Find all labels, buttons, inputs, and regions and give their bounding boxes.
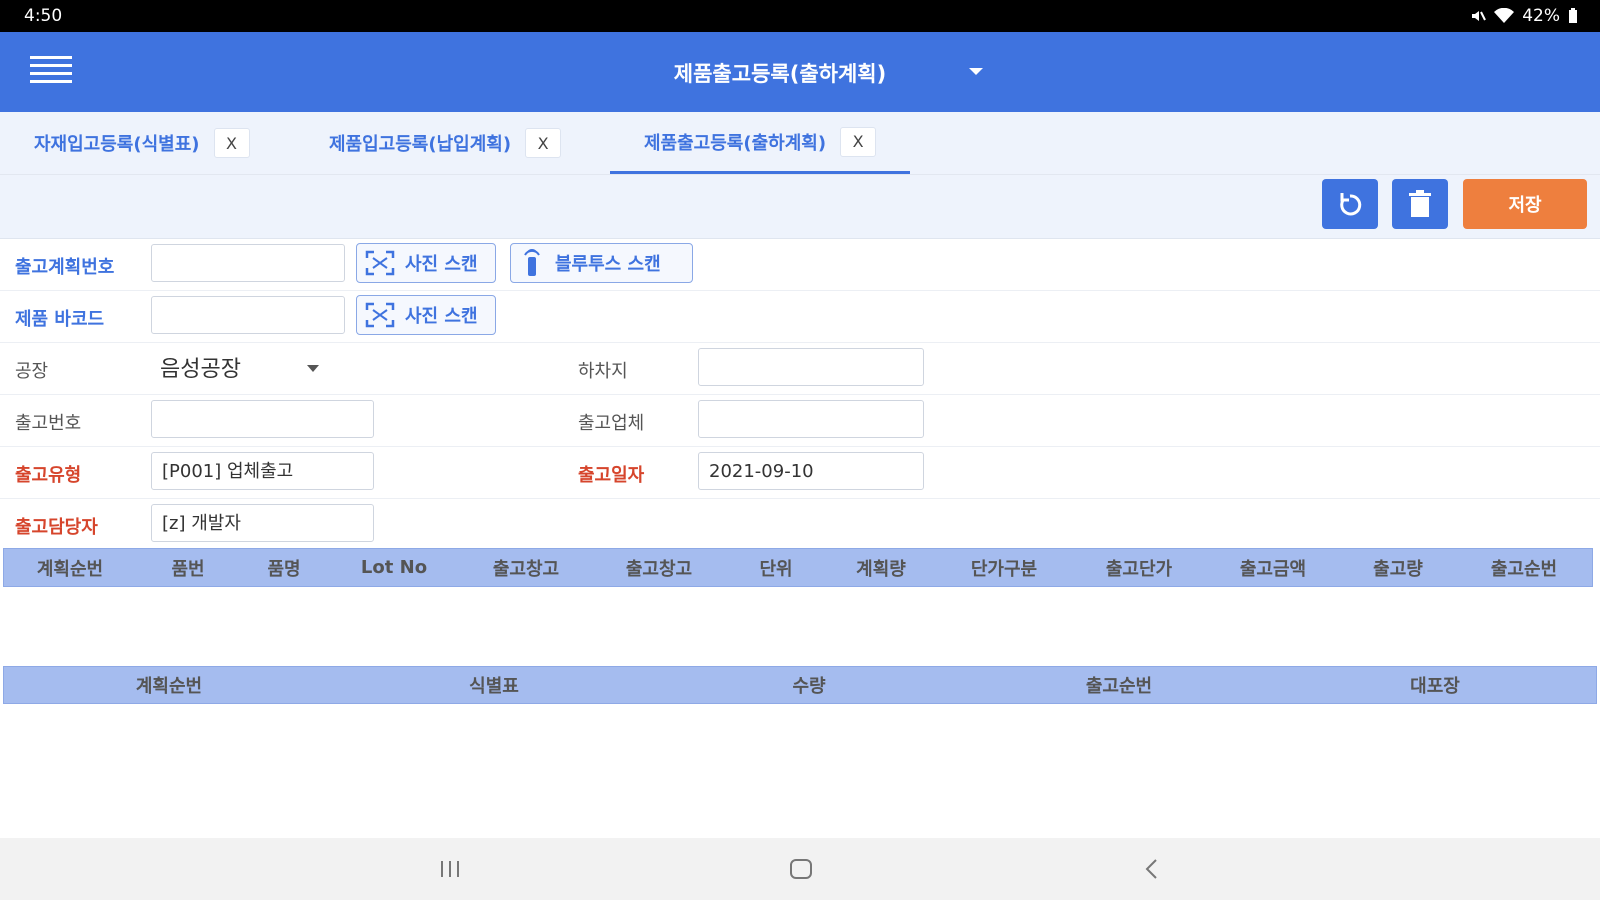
ship-date-input[interactable]: 2021-09-10 [698,452,924,490]
trash-icon [1409,190,1431,217]
ship-company-label: 출고업체 [578,413,645,434]
system-nav-bar [0,838,1600,900]
shipment-form: 출고계획번호 사진 스캔 블루투스 스캔 제품 바코드 사진 스캔 공장 음성공… [0,239,1600,550]
bluetooth-scanner-icon [524,249,540,276]
app-bar: 제품출고등록(출하계획) [0,32,1600,112]
column-header[interactable]: 품명 [240,549,328,586]
form-row-plan-no: 출고계획번호 사진 스캔 블루투스 스캔 [0,239,1600,291]
photo-scan-button[interactable]: 사진 스캔 [356,243,496,283]
status-icons: 42% [1470,6,1578,26]
column-header[interactable]: 단위 [726,549,826,586]
home-icon[interactable] [771,850,831,888]
column-header[interactable]: 단가구분 [936,549,1072,586]
tab-close-button[interactable]: X [525,128,562,158]
battery-icon [1569,8,1577,23]
ship-type-input[interactable]: [P001] 업체출고 [151,452,374,490]
title-dropdown-icon[interactable] [969,68,983,75]
bluetooth-scan-label: 블루투스 스캔 [555,254,661,275]
bluetooth-scan-button[interactable]: 블루투스 스캔 [510,243,693,283]
factory-select[interactable]: 음성공장 [160,351,241,383]
column-header[interactable]: 출고금액 [1206,549,1340,586]
manager-input[interactable]: [z] 개발자 [151,504,374,542]
mute-icon [1472,11,1487,21]
column-header[interactable]: 계획순번 [4,667,334,703]
column-header[interactable]: 출고량 [1340,549,1456,586]
back-icon[interactable] [1122,850,1182,888]
label-grid-body[interactable] [3,704,1597,838]
delete-button[interactable] [1392,179,1448,229]
column-header[interactable]: 대포장 [1274,667,1596,703]
form-row-ship-no: 출고번호 출고업체 [0,395,1600,447]
factory-label: 공장 [15,361,49,382]
column-header[interactable]: 계획량 [826,549,936,586]
refresh-icon [1340,193,1362,216]
ship-type-label: 출고유형 [15,465,82,486]
ship-no-label: 출고번호 [15,413,82,434]
ship-date-label: 출고일자 [578,465,645,486]
form-row-factory: 공장 음성공장 하차지 [0,343,1600,395]
tab-close-button[interactable]: X [840,126,877,157]
column-header[interactable]: Lot No [328,549,460,586]
tab-label: 제품입고등록(납입계획) [329,134,512,155]
tab-product-receipt[interactable]: 제품입고등록(납입계획) X [329,112,562,174]
tab-label: 자재입고등록(식별표) [34,134,200,155]
save-button[interactable]: 저장 [1463,179,1587,229]
tab-bar: 자재입고등록(식별표) X 제품입고등록(납입계획) X 제품출고등록(출하계획… [0,112,1600,175]
column-header[interactable]: 수량 [654,667,964,703]
photo-scan-label: 사진 스캔 [405,306,478,327]
tab-label: 제품출고등록(출하계획) [644,132,827,154]
form-row-ship-type: 출고유형 [P001] 업체출고 출고일자 2021-09-10 [0,447,1600,499]
barcode-input[interactable] [151,296,345,334]
plan-no-input[interactable] [151,244,345,282]
barcode-label: 제품 바코드 [15,309,105,330]
label-grid-header: 계획순번 식별표 수량 출고순번 대포장 [3,666,1597,704]
status-time: 4:50 [24,6,63,26]
plan-no-label: 출고계획번호 [15,257,115,278]
ship-company-input[interactable] [698,400,924,438]
plan-grid-body[interactable] [3,587,1593,665]
tab-material-receipt[interactable]: 자재입고등록(식별표) X [34,112,250,174]
column-header[interactable]: 식별표 [334,667,654,703]
column-header[interactable]: 출고순번 [1456,549,1592,586]
wifi-icon [1494,8,1515,23]
unload-input[interactable] [698,348,924,386]
battery-percent: 42% [1522,6,1560,26]
ship-no-input[interactable] [151,400,374,438]
photo-scan-label: 사진 스캔 [405,254,478,275]
column-header[interactable]: 출고창고 [460,549,592,586]
recent-apps-icon[interactable] [420,850,480,888]
action-toolbar: 저장 [0,175,1600,239]
scan-icon [365,250,395,276]
unload-label: 하차지 [578,361,628,382]
tab-product-shipment[interactable]: 제품출고등록(출하계획) X [610,112,911,174]
plan-grid-header: 계획순번 품번 품명 Lot No 출고창고 출고창고 단위 계획량 단가구분 … [3,548,1593,587]
tab-close-button[interactable]: X [213,128,250,158]
page-title: 제품출고등록(출하계획) [673,62,887,86]
barcode-photo-scan-button[interactable]: 사진 스캔 [356,295,496,335]
scan-icon [365,302,395,328]
column-header[interactable]: 출고단가 [1072,549,1206,586]
column-header[interactable]: 품번 [136,549,240,586]
status-bar: 4:50 42% [0,0,1600,32]
manager-label: 출고담당자 [15,517,98,538]
column-header[interactable]: 출고창고 [592,549,726,586]
column-header[interactable]: 출고순번 [964,667,1274,703]
refresh-button[interactable] [1322,179,1378,229]
form-row-barcode: 제품 바코드 사진 스캔 [0,291,1600,343]
factory-dropdown-icon[interactable] [307,365,319,372]
column-header[interactable]: 계획순번 [4,549,136,586]
form-row-manager: 출고담당자 [z] 개발자 [0,499,1600,550]
